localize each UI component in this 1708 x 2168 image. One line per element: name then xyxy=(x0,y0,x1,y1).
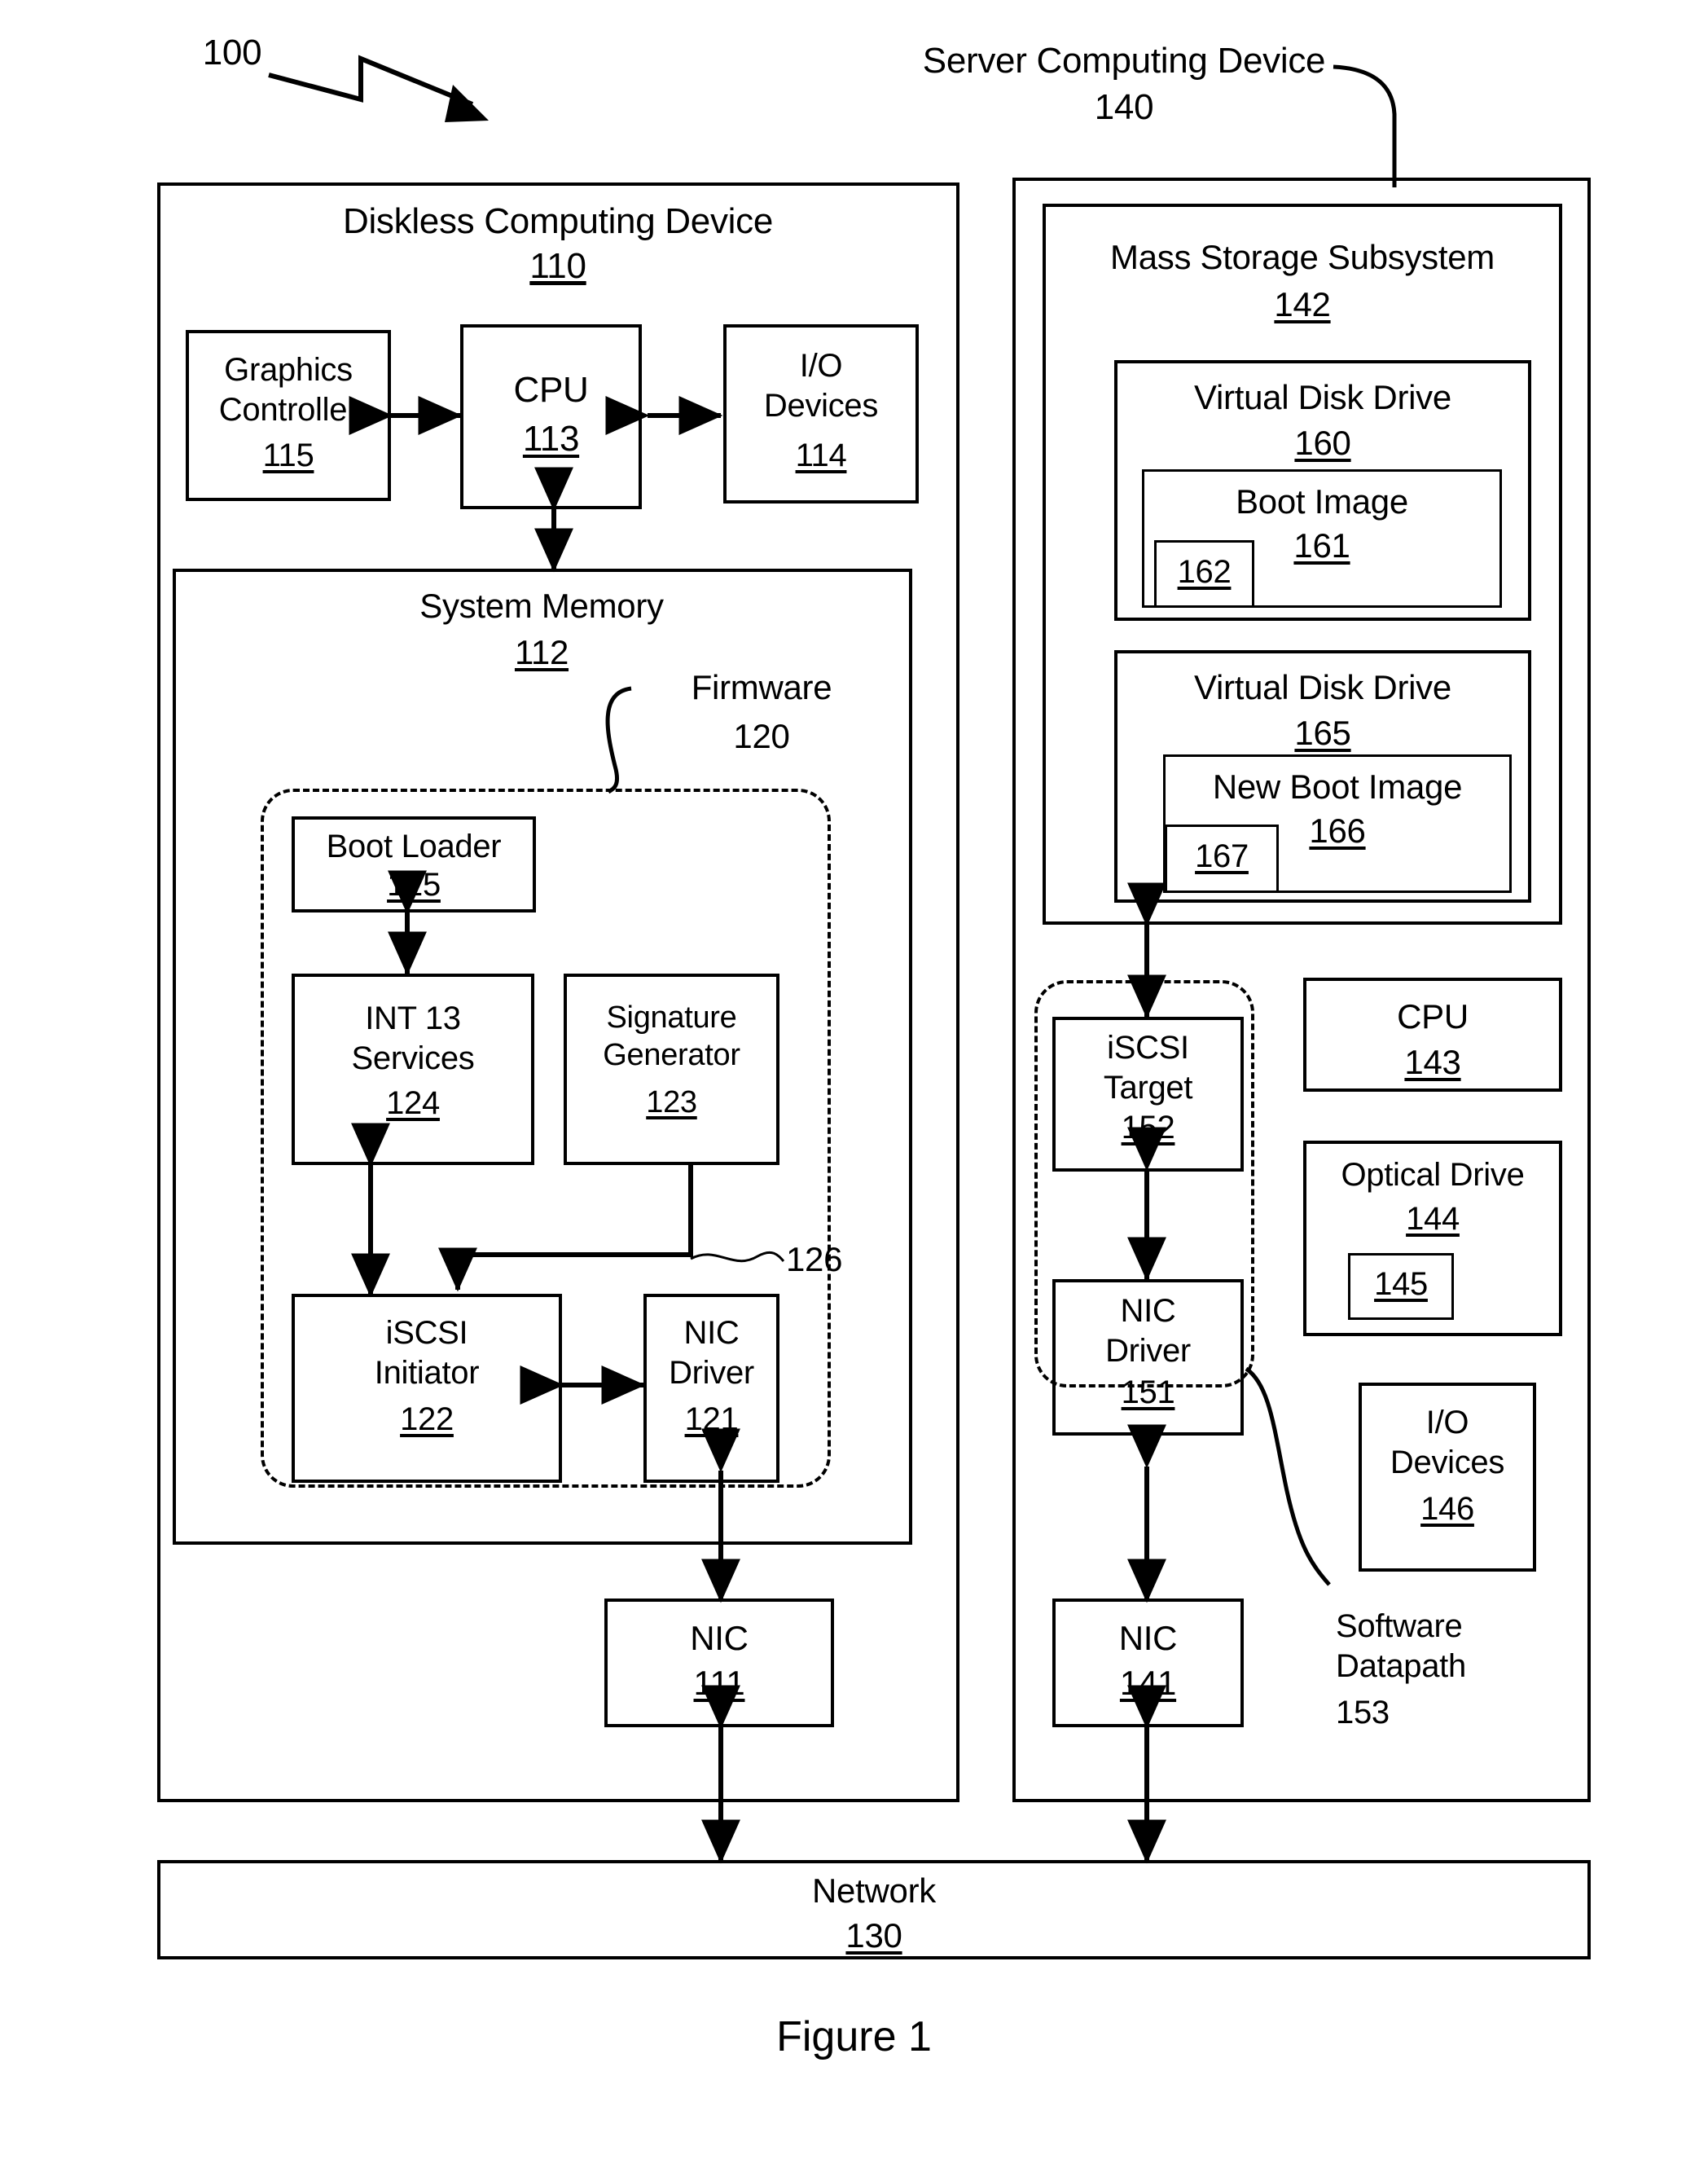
nic-141-ref: 141 xyxy=(1119,1664,1177,1702)
signature-path-126-label: 126 xyxy=(786,1240,843,1278)
optical-drive-label: Optical Drive xyxy=(1341,1157,1525,1193)
signature-generator-ref: 123 xyxy=(646,1085,697,1119)
signature-generator-label: Signature Generator xyxy=(603,1000,740,1073)
software-datapath-label: Software Datapath xyxy=(1336,1608,1466,1684)
diskless-device-title: Diskless Computing Device xyxy=(342,201,774,241)
system-ref-label: 100 xyxy=(202,33,262,73)
system-ref-leader xyxy=(268,55,489,122)
io-devices-114-label: I/O Devices xyxy=(763,348,879,424)
server-device-ref: 140 xyxy=(1094,87,1154,127)
nic-driver-121-label: NIC Driver xyxy=(669,1315,754,1391)
io-devices-114-ref: 114 xyxy=(795,438,847,473)
nic-111-label: NIC xyxy=(690,1619,749,1657)
io-devices-146-label: I/O Devices xyxy=(1390,1405,1505,1480)
cpu-113-label: CPU xyxy=(513,370,589,410)
new-boot-image-166-label: New Boot Image xyxy=(1212,767,1463,806)
virtual-disk-165-title: Virtual Disk Drive xyxy=(1194,668,1451,706)
nic-driver-121-ref: 121 xyxy=(684,1401,739,1437)
boot-image-162-ref: 162 xyxy=(1177,554,1232,590)
firmware-label: Firmware xyxy=(691,668,832,706)
boot-image-161-label: Boot Image xyxy=(1236,482,1408,521)
diskless-device-ref: 110 xyxy=(529,246,586,286)
mass-storage-title: Mass Storage Subsystem xyxy=(1110,238,1495,276)
optical-drive-145-ref: 145 xyxy=(1374,1266,1428,1302)
network-label: Network xyxy=(812,1871,936,1910)
nic-141-label: NIC xyxy=(1118,1619,1178,1657)
int13-services-ref: 124 xyxy=(386,1085,440,1121)
nic-driver-151-ref: 151 xyxy=(1121,1374,1175,1410)
graphics-controller-label: Graphics Controller xyxy=(218,352,358,428)
boot-loader-label: Boot Loader xyxy=(326,829,502,864)
boot-loader-ref: 125 xyxy=(387,867,441,903)
virtual-disk-160-ref: 160 xyxy=(1294,424,1351,462)
nic-driver-151-label: NIC Driver xyxy=(1105,1293,1191,1369)
server-device-title: Server Computing Device xyxy=(922,41,1326,81)
cpu-143-label: CPU xyxy=(1397,997,1469,1036)
int13-services-label: INT 13 Services xyxy=(351,1000,475,1076)
patent-figure-page: 100 Server Computing Device 140 Diskless… xyxy=(0,0,1708,2168)
network-ref: 130 xyxy=(845,1916,902,1955)
graphics-controller-ref: 115 xyxy=(262,438,314,473)
new-boot-image-167-ref: 167 xyxy=(1195,838,1249,874)
io-devices-146-ref: 146 xyxy=(1420,1491,1474,1527)
optical-drive-ref: 144 xyxy=(1406,1201,1460,1237)
cpu-143-ref: 143 xyxy=(1404,1043,1461,1081)
system-memory-title: System Memory xyxy=(419,587,664,625)
iscsi-initiator-label: iSCSI Initiator xyxy=(374,1315,480,1391)
figure-caption: Figure 1 xyxy=(776,2013,932,2060)
virtual-disk-165-ref: 165 xyxy=(1294,714,1351,752)
virtual-disk-160-title: Virtual Disk Drive xyxy=(1194,378,1451,416)
cpu-113-ref: 113 xyxy=(522,419,580,459)
iscsi-target-ref: 152 xyxy=(1121,1110,1175,1146)
iscsi-initiator-ref: 122 xyxy=(400,1401,454,1437)
mass-storage-ref: 142 xyxy=(1274,285,1331,323)
iscsi-target-label: iSCSI Target xyxy=(1103,1030,1193,1106)
firmware-ref: 120 xyxy=(733,717,790,755)
nic-111-ref: 111 xyxy=(693,1664,745,1702)
software-datapath-ref: 153 xyxy=(1336,1695,1390,1730)
